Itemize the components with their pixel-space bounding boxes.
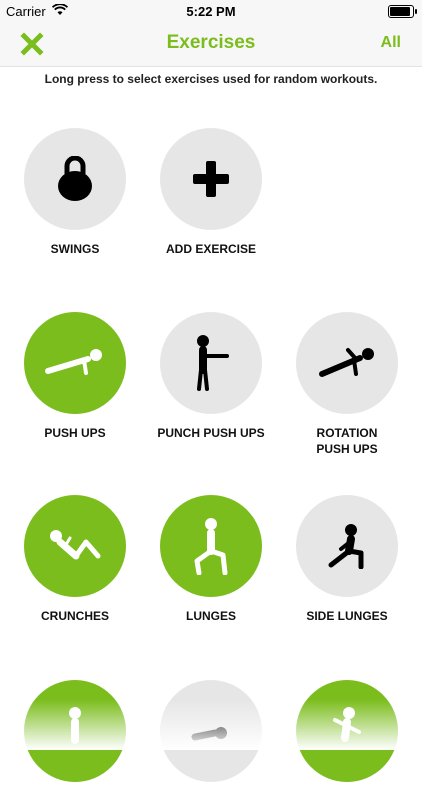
exercise-circle [24,128,126,230]
exercise-label: CRUNCHES [40,609,109,623]
exercise-label: ROTATION PUSH UPS [316,426,378,456]
exercise-label: SWINGS [50,242,100,256]
exercise-circle [24,312,126,414]
plus-icon [193,161,229,197]
side-lunge-icon [328,524,364,569]
exercise-circle [160,680,262,782]
push-up-icon [45,349,102,375]
all-button[interactable]: All [381,34,401,52]
exercise-tile-squats[interactable] [7,680,143,793]
add-exercise-button[interactable]: ADD EXERCISE [143,128,279,257]
exercise-tile-punch-push-ups[interactable]: PUNCH PUSH UPS [143,312,279,441]
exercise-tile-swings[interactable]: SWINGS [7,128,143,257]
exercise-circle [160,312,262,414]
exercise-label: LUNGES [185,609,236,623]
crunch-icon [50,530,101,560]
exercise-label: PUSH UPS [44,426,106,440]
rotation-push-up-icon [319,348,374,377]
exercise-circle [296,312,398,414]
page-title: Exercises [166,32,256,53]
exercise-label: ADD EXERCISE [165,242,257,256]
exercise-tile-lunges[interactable]: LUNGES [143,495,279,624]
battery-icon [388,5,417,18]
exercise-circle [160,495,262,597]
jumping-icon [333,707,361,742]
exercise-circle [24,495,126,597]
exercise-tile-push-ups[interactable]: PUSH UPS [7,312,143,441]
punch-icon [197,335,229,391]
lunge-icon [194,518,228,575]
nav-bar: Exercises All [0,22,422,67]
exercise-tile-rotation-push-ups[interactable]: ROTATION PUSH UPS [279,312,415,457]
exercise-tile-jumping[interactable] [279,680,415,793]
exercise-circle [24,680,126,782]
burpee-icon [191,727,227,741]
squat-icon [69,707,81,744]
exercise-tile-burpees[interactable] [143,680,279,793]
exercise-circle [160,128,262,230]
exercise-tile-crunches[interactable]: CRUNCHES [7,495,143,624]
status-bar: Carrier 5:22 PM [0,0,422,22]
clock: 5:22 PM [186,4,236,19]
exercise-tile-side-lunges[interactable]: SIDE LUNGES [279,495,415,624]
exercise-label: PUNCH PUSH UPS [157,426,265,440]
kettlebell-icon [58,156,92,201]
exercise-circle [296,495,398,597]
exercise-label: SIDE LUNGES [306,609,388,623]
instruction-text: Long press to select exercises used for … [44,72,378,86]
exercise-circle [296,680,398,782]
